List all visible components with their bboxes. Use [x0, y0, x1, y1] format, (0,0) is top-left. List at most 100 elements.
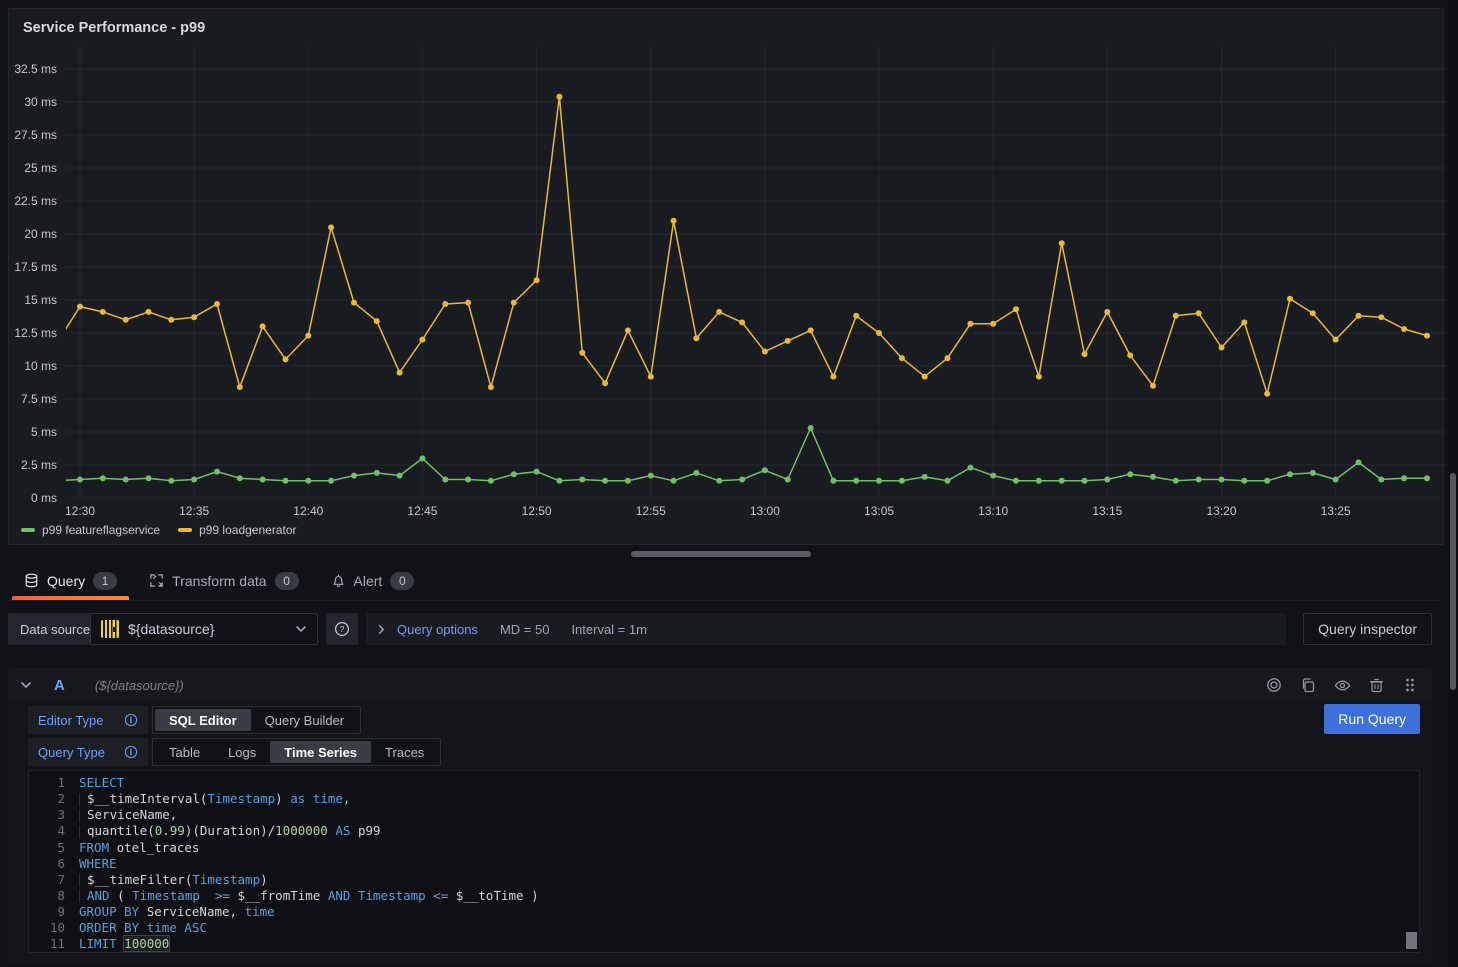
datasource-picker[interactable]: ${datasource}	[90, 613, 318, 645]
tab-query[interactable]: Query1	[8, 561, 133, 600]
sql-token: p99	[350, 823, 380, 838]
sql-token: )	[275, 791, 290, 806]
series-point	[1241, 319, 1247, 325]
query-inspector-button[interactable]: Query inspector	[1303, 613, 1432, 645]
timeseries-chart[interactable]	[66, 46, 1446, 498]
y-axis-tick-label: 0 ms	[11, 491, 57, 505]
editor-type-sql-editor[interactable]: SQL Editor	[155, 709, 251, 731]
indent-guide	[79, 825, 86, 839]
datasource-label: Data source	[8, 613, 102, 645]
x-axis-tick-label: 13:25	[1308, 504, 1364, 518]
sql-token: time	[245, 904, 275, 919]
sql-token: FROM	[79, 840, 109, 855]
editor-type-query-builder[interactable]: Query Builder	[251, 709, 358, 731]
sql-token: ServiceName,	[87, 807, 177, 822]
run-query-button[interactable]: Run Query	[1324, 704, 1420, 734]
series-point	[442, 477, 448, 483]
series-point	[1082, 351, 1088, 357]
series-point	[808, 425, 814, 431]
series-point	[1401, 326, 1407, 332]
sql-code-line: 4quantile(0.99)(Duration)/1000000 AS p99	[29, 823, 1419, 839]
legend-label[interactable]: p99 featureflagservice	[42, 523, 160, 537]
query-row-header[interactable]: A (${datasource})	[8, 668, 1432, 702]
panel-title: Service Performance - p99	[23, 20, 205, 36]
sql-token: 0.99	[155, 823, 185, 838]
series-point	[556, 94, 562, 100]
query-type-traces[interactable]: Traces	[371, 741, 438, 763]
series-point	[1082, 478, 1088, 484]
line-number: 8	[29, 888, 65, 904]
series-point	[762, 467, 768, 473]
drag-query-handle[interactable]	[1400, 675, 1420, 695]
legend-swatch	[178, 528, 192, 532]
legend-item[interactable]: p99 loadgenerator	[178, 523, 296, 537]
tab-alert[interactable]: Alert0	[315, 561, 431, 600]
clickhouse-logo-icon	[101, 620, 119, 638]
series-point	[922, 374, 928, 380]
series-point	[1287, 296, 1293, 302]
series-point	[1104, 309, 1110, 315]
svg-text:?: ?	[340, 624, 345, 634]
remove-query-button[interactable]	[1366, 675, 1386, 695]
series-point	[260, 323, 266, 329]
page-scrollbar-track[interactable]	[1448, 0, 1458, 967]
y-axis-tick-label: 25 ms	[11, 161, 57, 175]
tab-transform-data[interactable]: Transform data0	[133, 561, 314, 600]
series-point	[625, 327, 631, 333]
query-type-table[interactable]: Table	[155, 741, 214, 763]
query-ref-id: A	[54, 677, 65, 694]
disable-query-button[interactable]	[1264, 675, 1284, 695]
grip-dots-icon	[1403, 677, 1417, 693]
y-axis-tick-label: 2.5 ms	[11, 458, 57, 472]
duplicate-query-button[interactable]	[1298, 675, 1318, 695]
series-point	[1196, 477, 1202, 483]
sql-code-line: 6WHERE	[29, 856, 1419, 872]
copy-icon	[1300, 677, 1316, 693]
line-number: 7	[29, 872, 65, 888]
series-point	[351, 300, 357, 306]
series-point	[876, 330, 882, 336]
trash-icon	[1369, 677, 1384, 693]
series-point	[1013, 478, 1019, 484]
y-axis-tick-label: 22.5 ms	[11, 194, 57, 208]
query-type-time-series[interactable]: Time Series	[270, 741, 371, 763]
sql-token: WHERE	[79, 856, 117, 871]
tab-count-badge: 0	[390, 572, 414, 590]
query-options-toggle[interactable]: Query options	[397, 622, 478, 637]
legend-label[interactable]: p99 loadgenerator	[199, 523, 296, 537]
hide-response-button[interactable]	[1332, 675, 1352, 695]
series-point	[1333, 337, 1339, 343]
x-axis-tick-label: 13:05	[851, 504, 907, 518]
series-point	[465, 477, 471, 483]
series-point	[397, 473, 403, 479]
sql-token: $__fromTime	[230, 888, 328, 903]
sql-token: GROUP BY	[79, 904, 139, 919]
horizontal-scrollbar[interactable]	[631, 551, 811, 557]
series-line	[66, 428, 1427, 481]
series-point	[1036, 478, 1042, 484]
series-point	[648, 374, 654, 380]
line-number: 2	[29, 791, 65, 807]
datasource-help-button[interactable]: ?	[326, 613, 358, 645]
series-point	[328, 478, 334, 484]
collapse-chevron-icon[interactable]	[20, 679, 32, 691]
query-options-bar: Query options MD = 50 Interval = 1m	[366, 613, 1286, 645]
sql-code-editor[interactable]: 1SELECT2$__timeInterval(Timestamp) as ti…	[28, 770, 1420, 953]
series-point	[283, 478, 289, 484]
series-point	[191, 477, 197, 483]
chevron-right-icon[interactable]	[376, 624, 387, 635]
editor-type-label: Editor Type	[28, 706, 148, 734]
series-point	[1287, 471, 1293, 477]
page-scrollbar-thumb[interactable]	[1450, 473, 1456, 690]
eye-icon	[1334, 677, 1351, 694]
series-point	[1127, 471, 1133, 477]
query-type-logs[interactable]: Logs	[214, 741, 270, 763]
series-point	[762, 349, 768, 355]
legend-item[interactable]: p99 featureflagservice	[21, 523, 160, 537]
series-point	[397, 370, 403, 376]
info-circle-icon	[124, 713, 138, 727]
series-point	[488, 478, 494, 484]
sql-token: time	[147, 920, 177, 935]
sql-token: AND	[328, 888, 351, 903]
series-point	[77, 477, 83, 483]
